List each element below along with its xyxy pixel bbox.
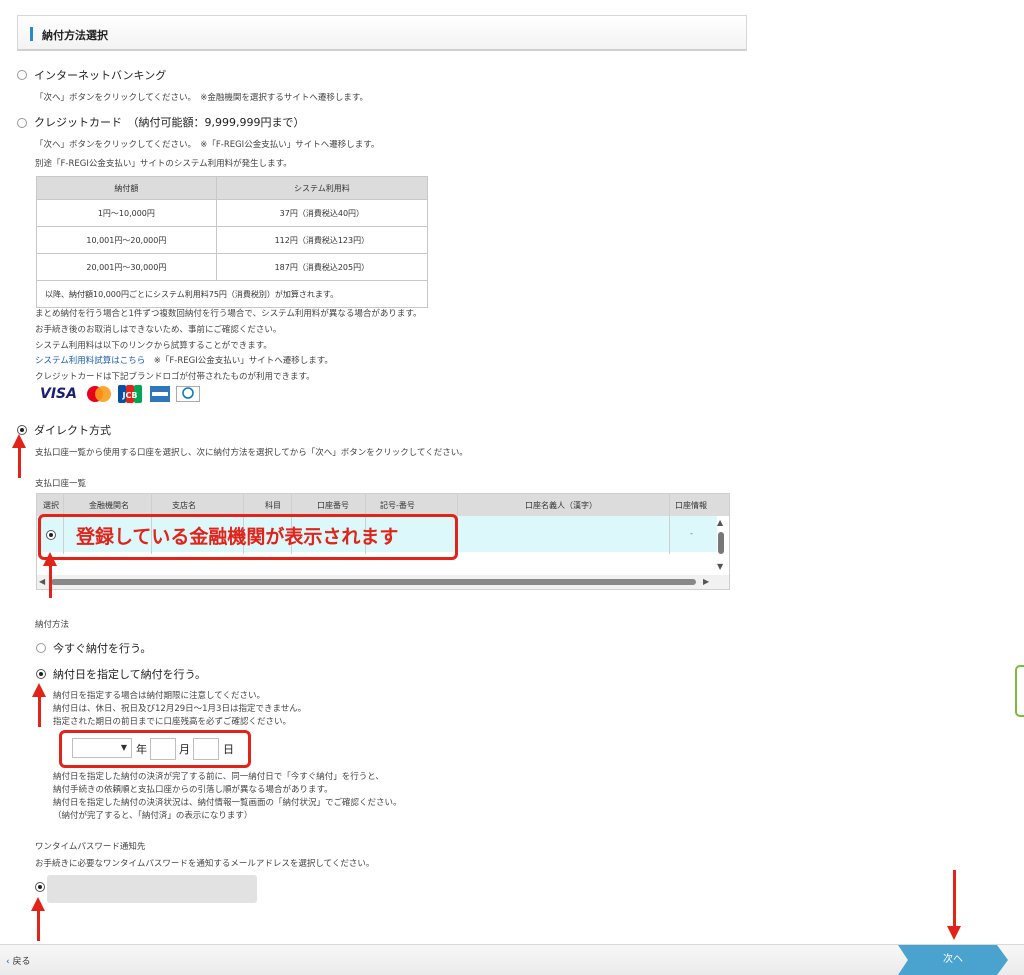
credit-card-after-2: お手続き後のお取消しはできないため、事前にご確認ください。 xyxy=(35,325,282,335)
radio-pay-scheduled[interactable] xyxy=(36,669,46,679)
fee-amount: 10,001円～20,000円 xyxy=(36,226,217,254)
otp-title: ワンタイムパスワード通知先 xyxy=(35,842,146,852)
card-brand-note: クレジットカードは下記ブランドロゴが付帯されたものが利用できます。 xyxy=(35,372,315,382)
back-button[interactable]: ‹ 戻る xyxy=(6,954,31,967)
credit-card-after-1: まとめ納付を行う場合と1件ずつ複数回納付を行う場合で、システム利用料が異なる場合… xyxy=(35,309,422,319)
fee-amount: 20,001円～30,000円 xyxy=(36,253,217,281)
visa-logo: VISA xyxy=(40,386,77,402)
fee-value: 187円（消費税込205円） xyxy=(215,253,429,281)
credit-card-note-1: 「次へ」ボタンをクリックしてください。 ※「F-REGI公金支払い」サイトへ遷移… xyxy=(35,140,380,150)
vertical-scrollbar[interactable]: ▲ ▼ xyxy=(715,518,727,574)
section-header: 納付方法選択 xyxy=(17,15,747,51)
schedule-note-3: 指定された期日の前日までに口座残高を必ずご確認ください。 xyxy=(53,717,292,727)
jcb-logo: JCB xyxy=(118,384,142,404)
next-button[interactable]: 次へ xyxy=(898,945,1008,975)
accounts-title: 支払口座一覧 xyxy=(35,479,87,489)
fee-value: 112円（消費税込123円） xyxy=(215,226,429,254)
section-title: 納付方法選択 xyxy=(42,29,108,42)
pay-now-label: 今すぐ納付を行う。 xyxy=(53,642,152,655)
side-help-tab[interactable] xyxy=(1015,665,1024,717)
scroll-down-icon[interactable]: ▼ xyxy=(717,562,723,571)
otp-email-option[interactable] xyxy=(47,875,257,903)
scroll-right-icon[interactable]: ▶ xyxy=(703,577,709,586)
credit-card-after-3: システム利用料は以下のリンクから試算することができます。 xyxy=(35,341,272,351)
month-input[interactable] xyxy=(150,738,176,760)
fee-value: 37円（消費税込40円） xyxy=(215,199,429,227)
internet-banking-label: インターネットバンキング xyxy=(34,69,167,82)
fee-table: 納付額 システム利用料 1円～10,000円 37円（消費税込40円） 10,0… xyxy=(36,176,429,308)
col-account-info: 口座情報 xyxy=(675,501,707,510)
amex-logo xyxy=(150,384,170,404)
radio-otp-email[interactable] xyxy=(35,882,45,892)
svg-text:JCB: JCB xyxy=(122,391,138,400)
fee-calc-link[interactable]: システム利用料試算はこちら xyxy=(35,356,145,366)
chevron-down-icon: ▼ xyxy=(120,743,127,752)
table-row: 20,001円～30,000円 187円（消費税込205円） xyxy=(36,253,429,281)
direct-note: 支払口座一覧から使用する口座を選択し、次に納付方法を選択してから「次へ」ボタンを… xyxy=(35,448,468,458)
col-select: 選択 xyxy=(43,501,59,510)
diners-logo xyxy=(176,384,200,404)
day-input[interactable] xyxy=(193,738,219,760)
col-symbol-number: 記号-番号 xyxy=(380,501,415,510)
horizontal-scrollbar[interactable]: ◀ ▶ xyxy=(37,575,729,589)
annotation-text: 登録している金融機関が表示されます xyxy=(76,526,399,548)
fee-amount: 1円～10,000円 xyxy=(36,199,217,227)
payment-method-title: 納付方法 xyxy=(35,620,70,630)
col-branch: 支店名 xyxy=(172,501,196,510)
day-unit: 日 xyxy=(223,743,234,756)
radio-pay-now[interactable] xyxy=(36,643,46,653)
direct-label: ダイレクト方式 xyxy=(34,424,111,437)
fee-header-fee: システム利用料 xyxy=(215,176,429,200)
col-bank: 金融機関名 xyxy=(89,501,129,510)
pay-scheduled-label: 納付日を指定して納付を行う。 xyxy=(53,668,207,681)
scroll-left-icon[interactable]: ◀ xyxy=(39,577,45,586)
credit-card-label: クレジットカード （納付可能額：9,999,999円まで） xyxy=(34,116,305,129)
schedule-after-3: 納付日を指定した納付の決済状況は、納付情報一覧画面の「納付状況」でご確認ください… xyxy=(53,798,402,808)
col-subject: 科目 xyxy=(265,501,281,510)
mastercard-logo xyxy=(84,384,114,404)
accounts-header: 選択 金融機関名 支店名 科目 口座番号 記号-番号 口座名義人（漢字） 口座情… xyxy=(37,494,729,516)
schedule-after-4: （納付が完了すると、「納付済」の表示になります） xyxy=(53,811,253,821)
internet-banking-note: 「次へ」ボタンをクリックしてください。 ※金融機関を選択するサイトへ遷移します。 xyxy=(35,93,369,103)
table-row: 以降、納付額10,000円ごとにシステム利用料75円（消費税別）が加算されます。 xyxy=(36,280,428,308)
table-row: 1円～10,000円 37円（消費税込40円） xyxy=(36,199,429,227)
fee-footer: 以降、納付額10,000円ごとにシステム利用料75円（消費税別）が加算されます。 xyxy=(36,280,428,308)
schedule-after-2: 納付手続きの依頼順と支払口座からの引落し順が異なる場合があります。 xyxy=(53,785,333,795)
year-select[interactable]: ▼ xyxy=(72,738,132,758)
otp-note: お手続きに必要なワンタイムパスワードを通知するメールアドレスを選択してください。 xyxy=(35,859,375,869)
table-row: 10,001円～20,000円 112円（消費税込123円） xyxy=(36,226,429,254)
chevron-left-icon: ‹ xyxy=(6,957,10,967)
col-account-number: 口座番号 xyxy=(317,501,349,510)
schedule-note-1: 納付日を指定する場合は納付期限に注意してください。 xyxy=(53,691,265,701)
scroll-up-icon[interactable]: ▲ xyxy=(717,518,723,527)
year-unit: 年 xyxy=(136,743,147,756)
back-label: 戻る xyxy=(12,957,31,967)
month-unit: 月 xyxy=(179,743,190,756)
footer-bar: ‹ 戻る 次へ xyxy=(0,944,1024,975)
account-info-value: - xyxy=(690,529,694,539)
schedule-note-2: 納付日は、休日、祝日及び12月29日～1月3日は指定できません。 xyxy=(53,704,307,714)
radio-internet-banking[interactable] xyxy=(17,70,27,80)
col-holder: 口座名義人（漢字） xyxy=(525,501,597,510)
header-accent-bar xyxy=(30,27,33,41)
credit-card-note-2: 別途「F-REGI公金支払い」サイトのシステム利用料が発生します。 xyxy=(35,159,292,169)
schedule-after-1: 納付日を指定した納付の決済が完了する前に、同一納付日で「今すぐ納付」を行うと、 xyxy=(53,772,384,782)
radio-credit-card[interactable] xyxy=(17,118,27,128)
fee-calc-link-note: ※「F-REGI公金支払い」サイトへ遷移します。 xyxy=(145,356,333,366)
fee-header-amount: 納付額 xyxy=(36,176,217,200)
